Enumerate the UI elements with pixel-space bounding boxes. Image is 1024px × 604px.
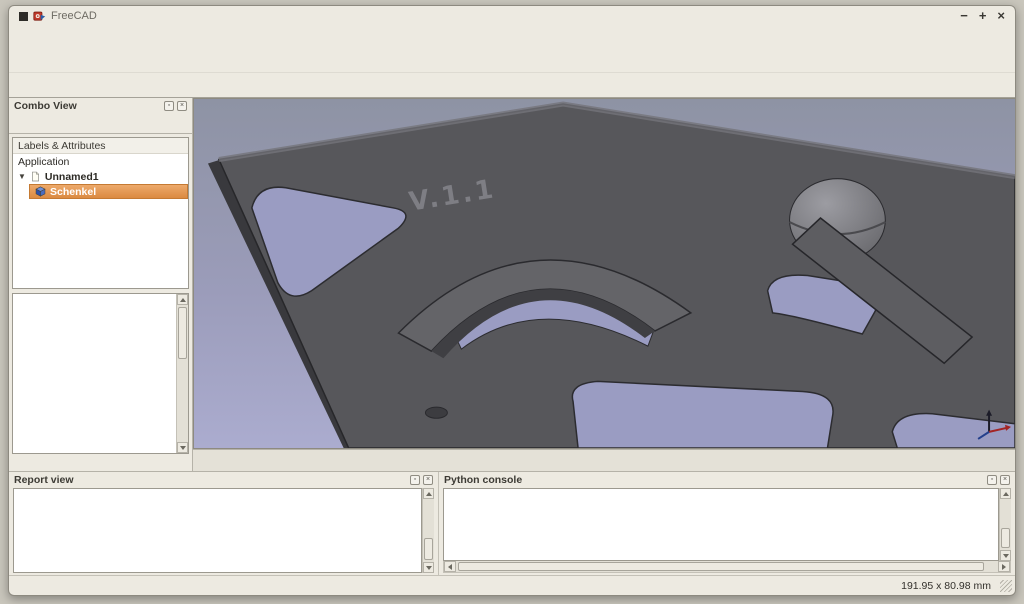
combo-view-tabs (9, 114, 192, 134)
scroll-down-icon (177, 442, 188, 453)
python-console-log[interactable] (443, 488, 999, 561)
document-icon (30, 171, 41, 182)
view-data-tabs (12, 454, 189, 471)
property-scrollbar[interactable] (176, 294, 188, 453)
dock-float-icon[interactable]: ▫ (410, 475, 420, 485)
resize-grip[interactable] (1000, 580, 1012, 592)
close-button[interactable]: × (997, 9, 1005, 23)
menu-bar (9, 26, 1015, 45)
property-editor (13, 294, 176, 453)
freecad-window: FreeCAD − + × Combo View ▫ × Labels & At… (8, 5, 1016, 596)
dock-float-icon[interactable]: ▫ (164, 101, 174, 111)
scroll-up-icon (177, 294, 188, 305)
tree-item-schenkel[interactable]: Schenkel (29, 184, 188, 199)
freecad-logo-icon (33, 10, 46, 23)
tree-header: Labels & Attributes (13, 138, 188, 154)
window-menu-icon[interactable] (19, 12, 28, 21)
tree-expand-caret[interactable]: ▼ (18, 172, 26, 181)
model-tree: Labels & Attributes Application ▼ Unname… (12, 137, 189, 289)
report-scrollbar[interactable] (422, 488, 434, 573)
python-console-panel: Python console ▫ × (439, 472, 1015, 575)
minimize-button[interactable]: − (960, 9, 968, 23)
document-tabs (193, 449, 1015, 471)
maximize-button[interactable]: + (979, 9, 987, 23)
report-view-log[interactable] (13, 488, 422, 573)
python-scrollbar[interactable] (999, 488, 1011, 561)
title-bar[interactable]: FreeCAD − + × (9, 6, 1015, 26)
combo-view-panel: Combo View ▫ × Labels & Attributes Appli… (9, 98, 193, 471)
toolbar-partdesign-sketcher (9, 73, 1015, 98)
scroll-up-icon (423, 488, 434, 499)
dock-close-icon[interactable]: × (423, 475, 433, 485)
python-console-title: Python console (444, 474, 522, 486)
scroll-down-icon (1000, 550, 1011, 561)
3d-model-schenkel[interactable]: V.1.1 (194, 99, 1015, 448)
3d-viewport[interactable]: V.1.1 (193, 98, 1015, 449)
dock-float-icon[interactable]: ▫ (987, 475, 997, 485)
body-cube-icon (35, 186, 46, 197)
python-hscrollbar[interactable] (443, 561, 1011, 573)
dock-close-icon[interactable]: × (177, 101, 187, 111)
scroll-up-icon (1000, 488, 1011, 499)
scroll-left-icon (444, 561, 456, 572)
report-view-title: Report view (14, 474, 74, 486)
toolbar-file-view (9, 45, 1015, 73)
tree-item-document[interactable]: ▼ Unnamed1 (13, 169, 188, 184)
tree-item-application[interactable]: Application (13, 154, 188, 169)
report-view-panel: Report view ▫ × (9, 472, 439, 575)
status-bar: 191.95 x 80.98 mm (9, 575, 1015, 595)
scroll-down-icon (423, 562, 434, 573)
dimensions-readout: 191.95 x 80.98 mm (901, 580, 1015, 592)
scroll-right-icon (998, 561, 1010, 572)
window-title: FreeCAD (51, 10, 97, 22)
dock-close-icon[interactable]: × (1000, 475, 1010, 485)
combo-view-title: Combo View (14, 100, 77, 112)
